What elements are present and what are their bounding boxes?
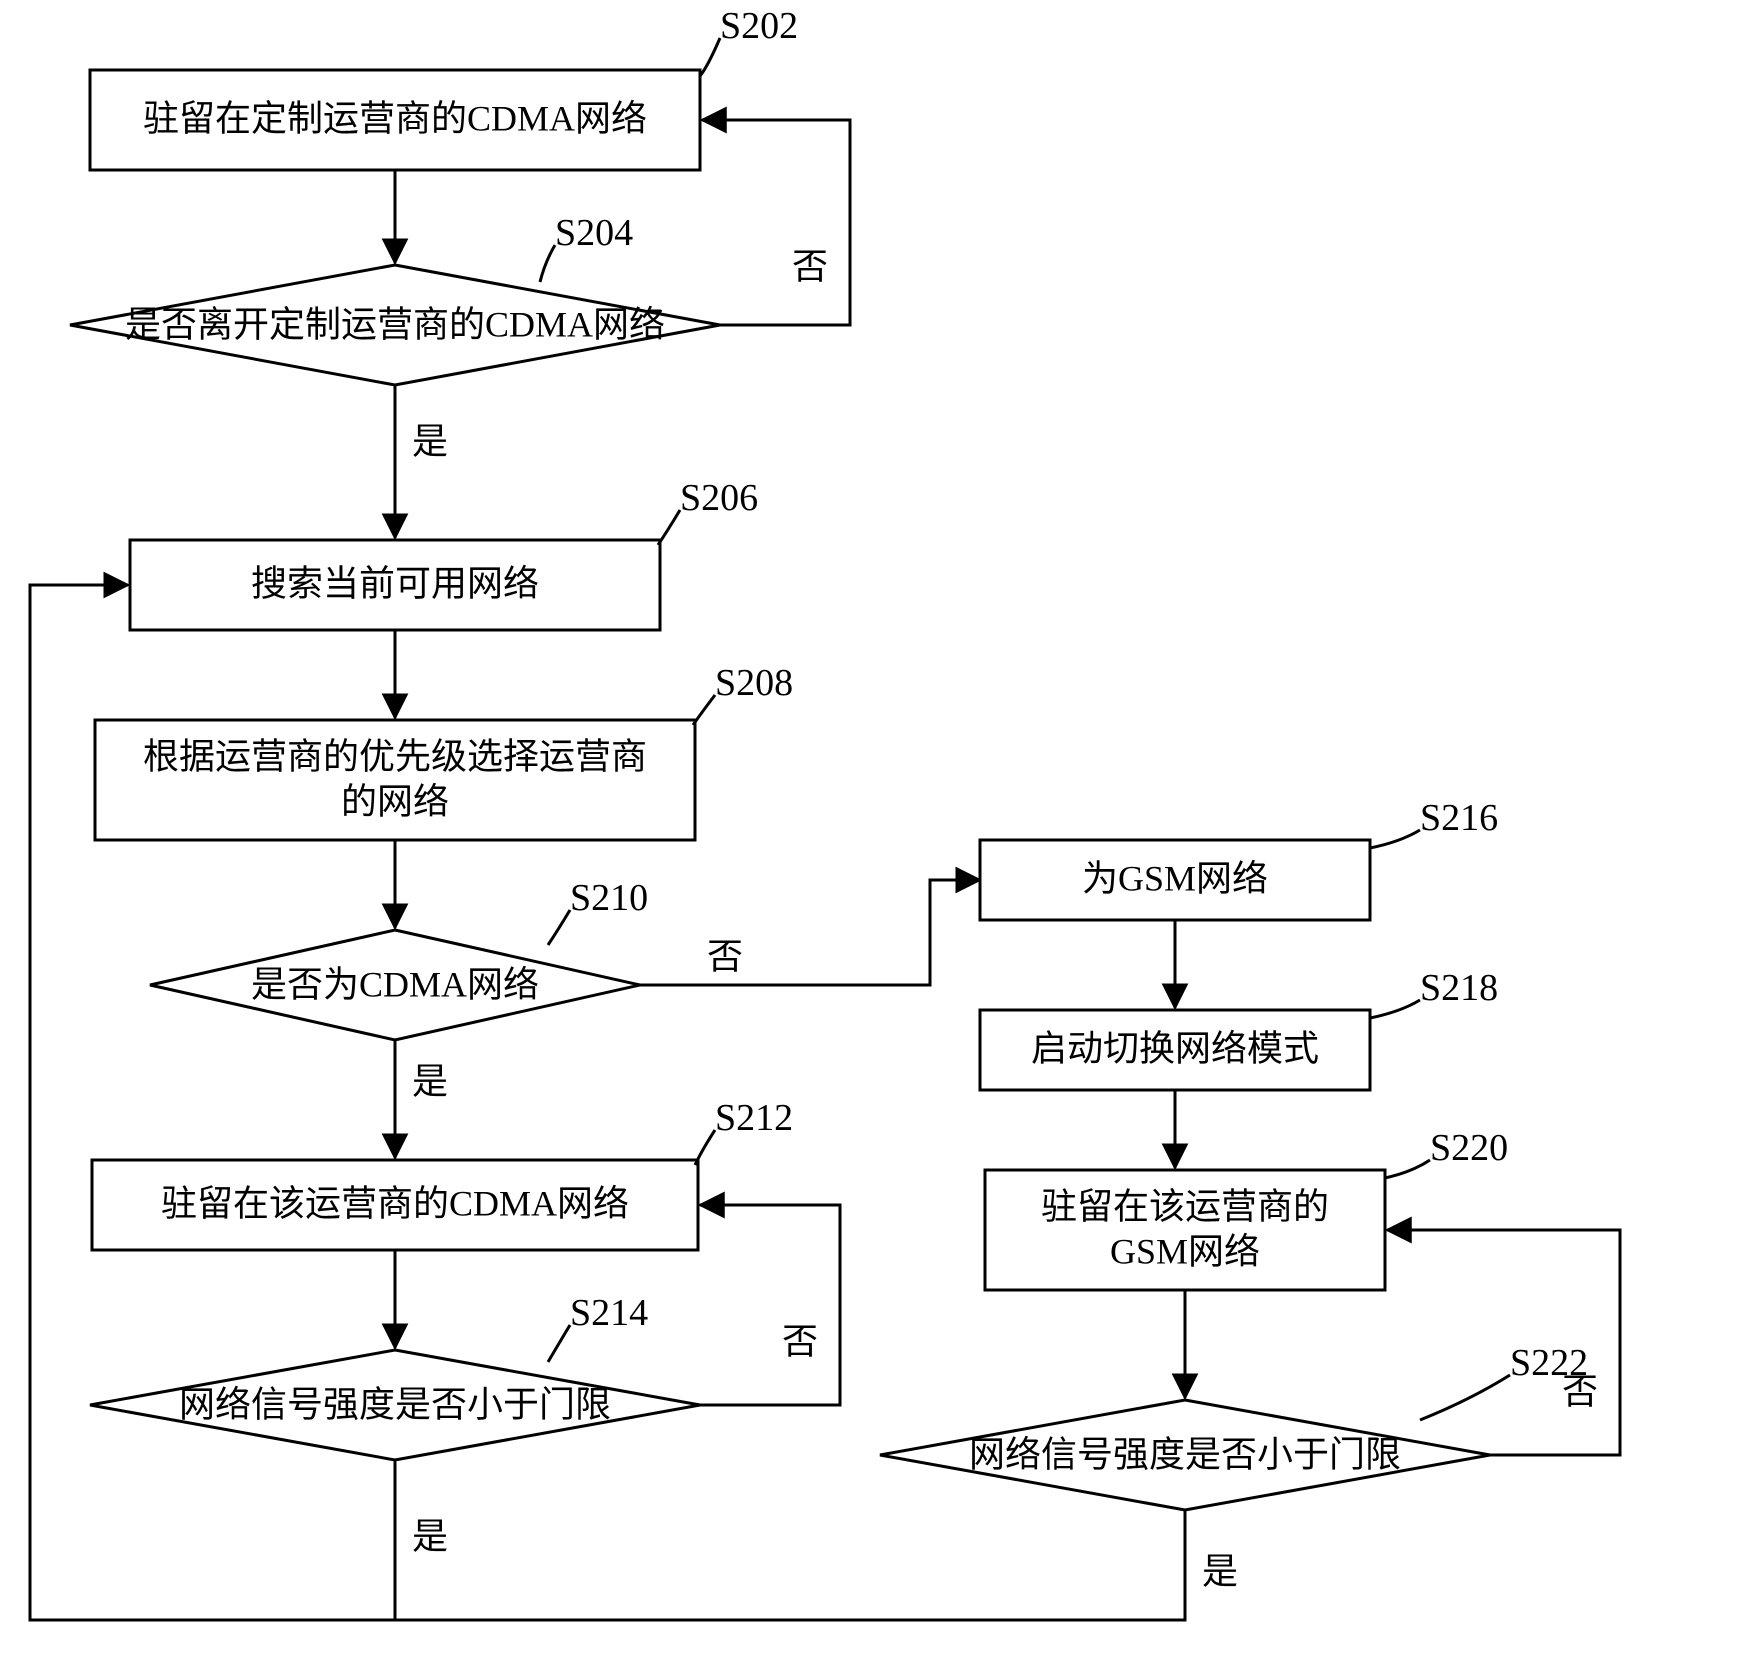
edge-s204-no: 否 (702, 120, 850, 325)
branch-s210-no: 否 (707, 936, 743, 976)
label-s212: S212 (715, 1097, 793, 1139)
node-s204-text: 是否离开定制运营商的CDMA网络 (125, 304, 665, 344)
node-s210-text: 是否为CDMA网络 (251, 964, 539, 1004)
node-s218-text: 启动切换网络模式 (1031, 1028, 1319, 1068)
branch-s214-yes: 是 (412, 1516, 448, 1556)
branch-s222-no: 否 (1562, 1371, 1598, 1411)
label-s218: S218 (1420, 967, 1498, 1009)
label-s214: S214 (570, 1292, 648, 1334)
node-s212: 驻留在该运营商的CDMA网络 S212 (92, 1097, 793, 1250)
edge-s204-yes: 是 (395, 385, 448, 538)
node-s202-text: 驻留在定制运营商的CDMA网络 (143, 98, 647, 138)
label-s216: S216 (1420, 797, 1498, 839)
node-s222: 网络信号强度是否小于门限 S222 (880, 1342, 1588, 1510)
node-s220-text-l1: 驻留在该运营商的 (1041, 1186, 1329, 1226)
label-s202: S202 (720, 5, 798, 47)
label-s210: S210 (570, 877, 648, 919)
flowchart-canvas: 驻留在定制运营商的CDMA网络 S202 是否离开定制运营商的CDMA网络 S2… (0, 0, 1743, 1672)
node-s206: 搜索当前可用网络 S206 (130, 477, 758, 630)
branch-s210-yes: 是 (412, 1061, 448, 1101)
node-s214-text: 网络信号强度是否小于门限 (179, 1384, 611, 1424)
node-s210: 是否为CDMA网络 S210 (150, 877, 648, 1040)
branch-s222-yes: 是 (1202, 1551, 1238, 1591)
edge-s222-yes: 是 (395, 1510, 1238, 1620)
label-s208: S208 (715, 662, 793, 704)
edge-s214-no: 否 (700, 1205, 840, 1405)
edge-s210-no: 否 (640, 880, 980, 985)
node-s222-text: 网络信号强度是否小于门限 (969, 1434, 1401, 1474)
node-s212-text: 驻留在该运营商的CDMA网络 (161, 1183, 629, 1223)
branch-s204-yes: 是 (412, 421, 448, 461)
branch-s204-no: 否 (792, 246, 828, 286)
node-s206-text: 搜索当前可用网络 (251, 563, 539, 603)
node-s208: 根据运营商的优先级选择运营商 的网络 S208 (95, 662, 793, 840)
edge-s214-yes: 是 (395, 1460, 448, 1620)
node-s218: 启动切换网络模式 S218 (980, 967, 1498, 1090)
node-s216-text: 为GSM网络 (1082, 858, 1268, 898)
node-s202: 驻留在定制运营商的CDMA网络 S202 (90, 5, 798, 170)
node-s216: 为GSM网络 S216 (980, 797, 1498, 920)
branch-s214-no: 否 (782, 1321, 818, 1361)
node-s208-text-l2: 的网络 (341, 781, 449, 821)
node-s208-text-l1: 根据运营商的优先级选择运营商 (143, 736, 647, 776)
label-s206: S206 (680, 477, 758, 519)
node-s220-text-l2: GSM网络 (1110, 1231, 1260, 1271)
edge-s210-yes: 是 (395, 1040, 448, 1158)
label-s220: S220 (1430, 1127, 1508, 1169)
node-s220: 驻留在该运营商的 GSM网络 S220 (985, 1127, 1508, 1290)
label-s204: S204 (555, 212, 633, 254)
